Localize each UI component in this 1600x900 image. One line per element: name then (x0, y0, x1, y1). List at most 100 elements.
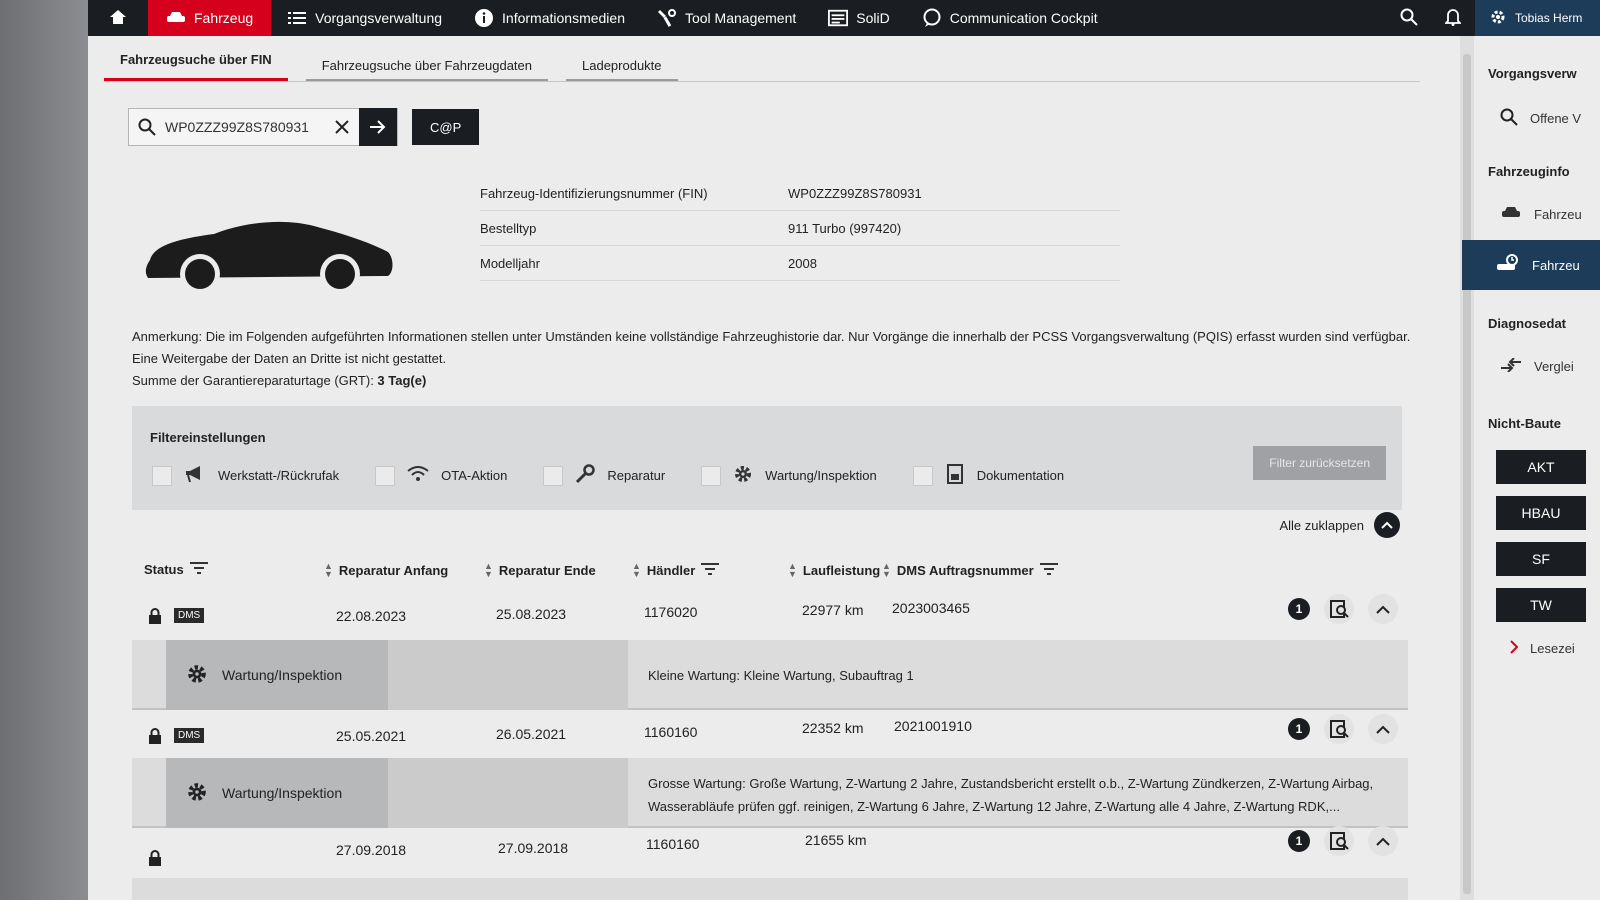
rp-fahrzeug-item[interactable]: Fahrzeu (1500, 206, 1582, 223)
user-menu[interactable]: Tobias Herm (1475, 0, 1600, 36)
cap-button[interactable]: C@P (412, 109, 480, 145)
gear-icon (186, 663, 208, 688)
filter-werkstatt[interactable]: Werkstatt-/Rückrufak (152, 465, 339, 486)
rp-open-cases[interactable]: Offene V (1500, 108, 1581, 129)
header-dealer[interactable]: ▲ ▼ Händler (632, 562, 720, 579)
cell-dealer: 1160160 (644, 724, 698, 740)
row-actions: 1 (1288, 714, 1398, 744)
fin-search-input[interactable] (165, 119, 325, 135)
collapse-all[interactable]: Alle zuklappen (1279, 512, 1400, 538)
info-key: Bestelltyp (480, 220, 537, 236)
filter-label: Wartung/Inspektion (765, 468, 877, 483)
rp-button-hbau[interactable]: HBAU (1496, 496, 1586, 530)
rp-compare-item[interactable]: Verglei (1500, 357, 1574, 375)
cell-start: 22.08.2023 (336, 608, 407, 624)
global-search-button[interactable] (1387, 8, 1431, 29)
nav-tool-management[interactable]: Tool Management (641, 0, 812, 36)
search-tabs: Fahrzeugsuche über FIN Fahrzeugsuche übe… (104, 48, 1420, 82)
chevron-up-icon[interactable] (1374, 512, 1400, 538)
home-button[interactable] (88, 0, 148, 36)
scrollbar-thumb[interactable] (1463, 54, 1471, 894)
filter-label: Reparatur (607, 468, 666, 483)
filter-label: Dokumentation (976, 468, 1065, 483)
filter-reparatur[interactable]: Reparatur (543, 464, 665, 487)
car-icon (1500, 206, 1522, 223)
tab-fin-search[interactable]: Fahrzeugsuche über FIN (104, 48, 288, 81)
info-row-fin: Fahrzeug-Identifizierungsnummer (FIN) WP… (480, 176, 1120, 211)
nav-solid[interactable]: SoliD (812, 0, 905, 36)
filter-checkbox[interactable] (152, 465, 172, 486)
document-search-icon (1330, 720, 1349, 738)
filter-checkbox[interactable] (701, 465, 722, 486)
car-history-icon (1496, 253, 1520, 277)
info-key: Fahrzeug-Identifizierungsnummer (FIN) (480, 185, 708, 201)
filter-label: Werkstatt-/Rückrufak (218, 468, 340, 483)
nav-communication-cockpit[interactable]: Communication Cockpit (906, 0, 1114, 36)
rp-fahrzeug-heading: Fahrzeuginfo (1488, 164, 1570, 179)
rp-button-tw[interactable]: TW (1496, 588, 1586, 622)
reset-filter-button[interactable]: Filter zurücksetzen (1253, 446, 1386, 480)
table-row[interactable]: DMS 25.05.2021 26.05.2021 1160160 22352 … (132, 712, 1422, 752)
collapse-row-button[interactable] (1368, 714, 1398, 744)
megaphone-icon (184, 465, 206, 486)
search-icon (129, 118, 165, 136)
detail-type: Wartung/Inspektion (166, 640, 388, 710)
search-icon (1400, 8, 1418, 29)
document-search-icon (1330, 600, 1349, 618)
info-key: Modelljahr (480, 255, 540, 271)
submit-search-button[interactable] (359, 108, 397, 146)
filter-checkbox[interactable] (375, 465, 396, 486)
filter-panel: Filtereinstellungen Werkstatt-/Rückrufak… (132, 406, 1402, 510)
view-details-button[interactable] (1324, 594, 1354, 624)
chevron-up-icon (1376, 837, 1390, 846)
header-mileage[interactable]: ▲ ▼ Laufleistung (788, 562, 881, 579)
cell-dealer: 1160160 (646, 836, 700, 852)
rp-lesezeichen[interactable]: Lesezei (1510, 640, 1575, 657)
count-badge: 1 (1288, 718, 1310, 740)
rp-fahrzeug-history-active[interactable]: Fahrzeu (1462, 240, 1600, 290)
note-line-1: Anmerkung: Die im Folgenden aufgeführten… (132, 329, 1411, 344)
filter-dokumentation[interactable]: Dokumentation (912, 464, 1065, 487)
collapse-row-button[interactable] (1368, 826, 1398, 856)
filter-checkbox[interactable] (543, 465, 564, 486)
count-badge: 1 (1288, 830, 1310, 852)
filter-ota[interactable]: OTA-Aktion (375, 465, 507, 486)
main-scrollbar[interactable] (1460, 36, 1474, 900)
filter-checkbox[interactable] (912, 465, 933, 486)
fin-search-box (128, 108, 398, 146)
view-details-button[interactable] (1324, 714, 1354, 744)
table-row[interactable]: 27.09.2018 27.09.2018 1160160 21655 km 1 (132, 826, 1422, 870)
nav-informationsmedien-label: Informationsmedien (502, 10, 625, 26)
cell-mileage: 22977 km (802, 602, 864, 618)
table-row[interactable]: DMS 22.08.2023 25.08.2023 1176020 22977 … (132, 594, 1422, 634)
rp-compare-label: Verglei (1534, 359, 1574, 374)
tab-ladeprodukte[interactable]: Ladeprodukte (566, 54, 678, 81)
sort-icon: ▲ ▼ (324, 561, 333, 579)
header-dms[interactable]: ▲ ▼ DMS Auftragsnummer (882, 562, 1058, 579)
vehicle-silhouette (144, 216, 394, 301)
cell-start: 27.09.2018 (336, 842, 407, 858)
filter-wartung[interactable]: Wartung/Inspektion (701, 464, 877, 487)
view-details-button[interactable] (1324, 826, 1354, 856)
cell-mileage: 22352 km (802, 720, 864, 736)
cell-mileage: 21655 km (805, 832, 867, 848)
car-icon (166, 8, 186, 28)
tab-vehicle-data-search[interactable]: Fahrzeugsuche über Fahrzeugdaten (305, 54, 549, 81)
nav-fahrzeug[interactable]: Fahrzeug (148, 0, 272, 36)
notifications-button[interactable] (1431, 8, 1475, 29)
cell-dealer: 1176020 (644, 604, 698, 620)
header-status[interactable]: Status (144, 562, 208, 577)
header-end[interactable]: ▲ ▼ Reparatur Ende (484, 562, 596, 579)
rp-fahrzeug-item-label: Fahrzeu (1534, 207, 1582, 222)
rp-button-akt[interactable]: AKT (1496, 450, 1586, 484)
header-dms-label: DMS Auftragsnummer (896, 562, 1034, 578)
nav-vorgangsverwaltung[interactable]: Vorgangsverwaltung (271, 0, 458, 36)
nav-informationsmedien[interactable]: Informationsmedien (458, 0, 641, 36)
header-start[interactable]: ▲ ▼ Reparatur Anfang (324, 561, 448, 579)
rp-button-sf[interactable]: SF (1496, 542, 1586, 576)
collapse-row-button[interactable] (1368, 594, 1398, 624)
clear-search-button[interactable] (325, 119, 359, 135)
header-mileage-label: Laufleistung (802, 562, 881, 578)
screen-bezel (0, 0, 88, 900)
chevron-up-icon (1376, 725, 1390, 734)
